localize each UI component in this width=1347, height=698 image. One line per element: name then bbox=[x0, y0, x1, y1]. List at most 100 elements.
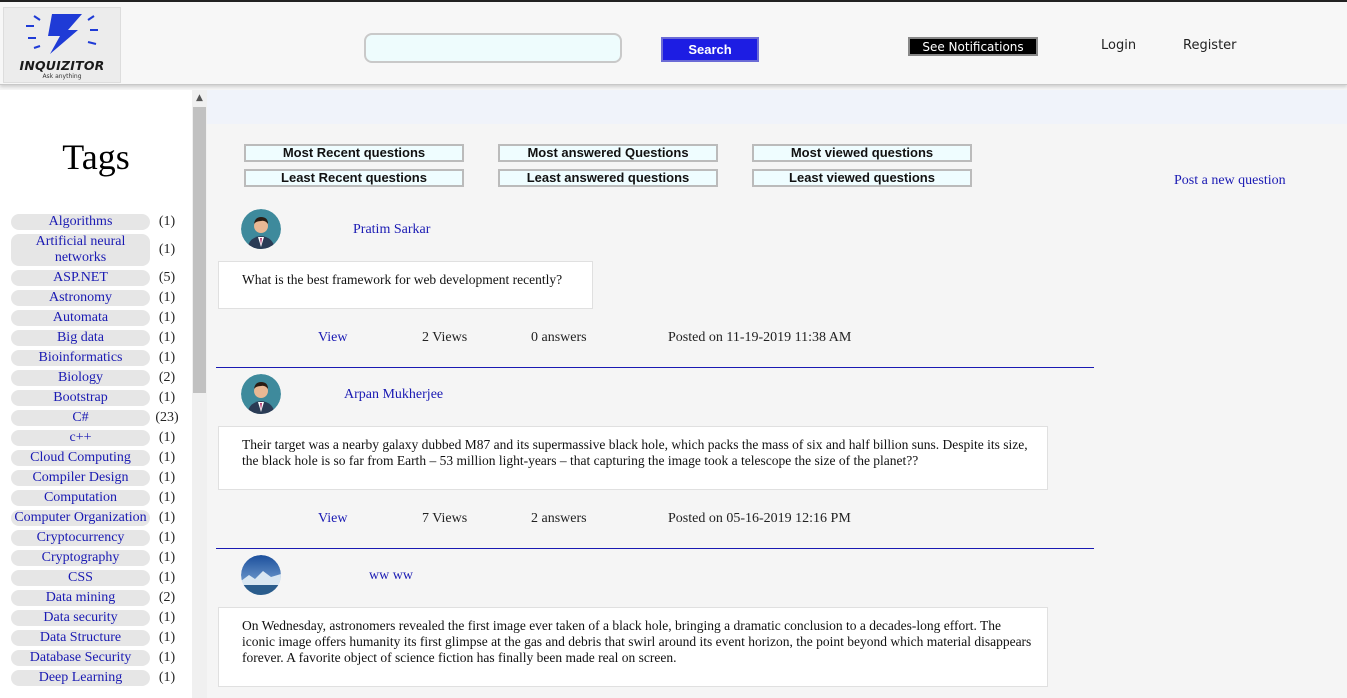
tag-count: (2) bbox=[158, 370, 176, 385]
question-text-box: What is the best framework for web devel… bbox=[218, 261, 593, 309]
tag-link[interactable]: Automata bbox=[11, 310, 150, 326]
tag-count: (1) bbox=[158, 550, 176, 565]
view-link[interactable]: View bbox=[318, 330, 347, 346]
post-new-question-link[interactable]: Post a new question bbox=[1174, 173, 1286, 189]
tag-row: Cryptocurrency (1) bbox=[11, 530, 191, 546]
posted-date: Posted on 05-16-2019 12:16 PM bbox=[668, 511, 851, 526]
register-link[interactable]: Register bbox=[1183, 38, 1237, 53]
tag-row: Artificial neural networks (1) bbox=[11, 234, 191, 266]
most-recent-button[interactable]: Most Recent questions bbox=[244, 144, 464, 162]
user-avatar-icon bbox=[241, 374, 281, 414]
tag-link[interactable]: ASP.NET bbox=[11, 270, 150, 286]
tag-link[interactable]: Data mining bbox=[11, 590, 150, 606]
tag-row: Biology (2) bbox=[11, 370, 191, 386]
login-link[interactable]: Login bbox=[1101, 38, 1136, 53]
tag-count: (1) bbox=[158, 310, 176, 325]
views-count: 2 Views bbox=[422, 330, 468, 345]
search-button[interactable]: Search bbox=[661, 37, 759, 62]
tag-link[interactable]: Compiler Design bbox=[11, 470, 150, 486]
site-logo[interactable]: INQUIZITOR Ask anything bbox=[3, 7, 121, 83]
tag-link[interactable]: Astronomy bbox=[11, 290, 150, 306]
tag-link[interactable]: c++ bbox=[11, 430, 150, 446]
tag-count: (1) bbox=[158, 330, 176, 345]
tag-row: Automata (1) bbox=[11, 310, 191, 326]
tags-sidebar: Tags Algorithms (1) Artificial neural netw… bbox=[0, 90, 207, 698]
top-header: INQUIZITOR Ask anything Search See Notif… bbox=[0, 2, 1347, 85]
tag-count: (23) bbox=[155, 410, 179, 425]
tag-row: Data Structure (1) bbox=[11, 630, 191, 646]
question-text-box: On Wednesday, astronomers revealed the f… bbox=[218, 607, 1048, 687]
avatar[interactable] bbox=[241, 209, 281, 249]
tag-row: c++ (1) bbox=[11, 430, 191, 446]
tag-link[interactable]: Biology bbox=[11, 370, 150, 386]
tag-count: (1) bbox=[158, 214, 176, 229]
scroll-up-arrow-icon[interactable]: ▲ bbox=[192, 90, 207, 107]
avatar[interactable] bbox=[241, 555, 281, 595]
tag-row: Computer Organization (1) bbox=[11, 510, 191, 526]
most-answered-button[interactable]: Most answered Questions bbox=[498, 144, 718, 162]
main-top-strip bbox=[207, 90, 1347, 124]
question-author[interactable]: Arpan Mukherjee bbox=[344, 387, 443, 403]
lightning-bolt-icon bbox=[26, 14, 98, 54]
tag-count: (1) bbox=[158, 670, 176, 685]
tag-count: (5) bbox=[158, 270, 176, 285]
tag-row: ASP.NET (5) bbox=[11, 270, 191, 286]
see-notifications-button[interactable]: See Notifications bbox=[908, 37, 1038, 56]
tag-link[interactable]: Computation bbox=[11, 490, 150, 506]
tag-row: Big data (1) bbox=[11, 330, 191, 346]
question-divider bbox=[216, 367, 1094, 368]
logo-tagline: Ask anything bbox=[42, 73, 82, 80]
tag-count: (1) bbox=[158, 470, 176, 485]
tag-row: Cloud Computing (1) bbox=[11, 450, 191, 466]
tag-row: CSS (1) bbox=[11, 570, 191, 586]
question-author[interactable]: ww ww bbox=[369, 568, 413, 584]
tag-link[interactable]: Artificial neural networks bbox=[11, 234, 150, 266]
avatar[interactable] bbox=[241, 374, 281, 414]
sidebar-scrollbar[interactable]: ▲ bbox=[192, 90, 207, 698]
tag-row: Compiler Design (1) bbox=[11, 470, 191, 486]
tag-link[interactable]: CSS bbox=[11, 570, 150, 586]
tag-link[interactable]: Data security bbox=[11, 610, 150, 626]
tag-count: (1) bbox=[158, 350, 176, 365]
logo-name: INQUIZITOR bbox=[19, 58, 105, 73]
tag-link[interactable]: Database Security bbox=[11, 650, 150, 666]
tag-count: (1) bbox=[158, 430, 176, 445]
tag-row: Data mining (2) bbox=[11, 590, 191, 606]
tag-count: (1) bbox=[158, 290, 176, 305]
tag-link[interactable]: Bioinformatics bbox=[11, 350, 150, 366]
tag-row: Algorithms (1) bbox=[11, 214, 191, 230]
tag-row: Bioinformatics (1) bbox=[11, 350, 191, 366]
least-recent-button[interactable]: Least Recent questions bbox=[244, 169, 464, 187]
tag-count: (1) bbox=[158, 242, 176, 257]
tag-link[interactable]: Cryptocurrency bbox=[11, 530, 150, 546]
main-content: Most Recent questions Most answered Ques… bbox=[207, 90, 1347, 698]
tag-count: (1) bbox=[158, 570, 176, 585]
tag-count: (2) bbox=[158, 590, 176, 605]
scrollbar-thumb[interactable] bbox=[193, 107, 206, 393]
tags-title: Tags bbox=[62, 137, 130, 177]
view-link[interactable]: View bbox=[318, 511, 347, 527]
tag-link[interactable]: C# bbox=[11, 410, 150, 426]
least-answered-button[interactable]: Least answered questions bbox=[498, 169, 718, 187]
tag-count: (1) bbox=[158, 630, 176, 645]
tag-row: Deep Learning (1) bbox=[11, 670, 191, 686]
least-viewed-button[interactable]: Least viewed questions bbox=[752, 169, 972, 187]
question-author[interactable]: Pratim Sarkar bbox=[353, 222, 430, 238]
answers-count: 0 answers bbox=[531, 330, 587, 345]
tag-row: C# (23) bbox=[11, 410, 191, 426]
tag-row: Cryptography (1) bbox=[11, 550, 191, 566]
most-viewed-button[interactable]: Most viewed questions bbox=[752, 144, 972, 162]
tag-link[interactable]: Computer Organization bbox=[11, 510, 150, 526]
tag-link[interactable]: Algorithms bbox=[11, 214, 150, 230]
question-divider bbox=[216, 548, 1094, 549]
tag-link[interactable]: Deep Learning bbox=[11, 670, 150, 686]
tag-link[interactable]: Bootstrap bbox=[11, 390, 150, 406]
search-input[interactable] bbox=[364, 33, 622, 63]
user-avatar-icon bbox=[241, 209, 281, 249]
tag-link[interactable]: Data Structure bbox=[11, 630, 150, 646]
tag-link[interactable]: Big data bbox=[11, 330, 150, 346]
tag-link[interactable]: Cryptography bbox=[11, 550, 150, 566]
tag-row: Astronomy (1) bbox=[11, 290, 191, 306]
tag-link[interactable]: Cloud Computing bbox=[11, 450, 150, 466]
tag-count: (1) bbox=[158, 510, 176, 525]
